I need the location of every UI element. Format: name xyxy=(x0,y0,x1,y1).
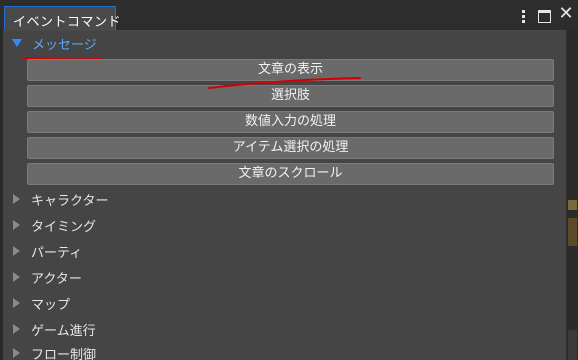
command-select-item-button[interactable]: アイテム選択の処理 xyxy=(27,137,554,159)
tree-item-label: ゲーム進行 xyxy=(31,323,96,339)
expand-triangle-icon[interactable] xyxy=(12,39,22,47)
tree-item-map[interactable]: マップ xyxy=(13,294,71,313)
tree-item-flow-control[interactable]: フロー制御 xyxy=(13,344,96,360)
collapsed-triangle-icon[interactable] xyxy=(13,324,20,334)
collapsed-triangle-icon[interactable] xyxy=(13,348,20,358)
red-underline-annotation xyxy=(208,77,361,89)
tree-item-label: フロー制御 xyxy=(31,347,97,360)
collapsed-triangle-icon[interactable] xyxy=(13,220,20,230)
command-scroll-text-button[interactable]: 文章のスクロール xyxy=(27,163,554,185)
tree-item-label: パーティ xyxy=(31,245,83,261)
maximize-icon[interactable] xyxy=(538,10,551,23)
window-titlebar: イベントコマンド ✕ xyxy=(0,0,578,31)
tree-item-party[interactable]: パーティ xyxy=(13,242,83,261)
close-icon[interactable]: ✕ xyxy=(558,5,574,23)
kebab-icon[interactable] xyxy=(522,10,526,24)
command-input-number-button[interactable]: 数値入力の処理 xyxy=(27,111,554,133)
tree-item-label: キャラクター xyxy=(31,193,109,209)
tab-event-commands[interactable]: イベントコマンド xyxy=(4,6,121,30)
collapsed-triangle-icon[interactable] xyxy=(13,194,20,204)
group-label: メッセージ xyxy=(32,37,97,53)
collapsed-triangle-icon[interactable] xyxy=(13,298,20,308)
tree-item-actor[interactable]: アクター xyxy=(13,268,82,287)
tree-item-character[interactable]: キャラクター xyxy=(13,190,109,209)
group-message[interactable]: メッセージ xyxy=(12,34,97,53)
collapsed-triangle-icon[interactable] xyxy=(13,246,20,256)
command-tree: メッセージ 文章の表示 選択肢 数値入力の処理 アイテム選択の処理 文章のスクロ… xyxy=(0,30,578,360)
tree-item-timing[interactable]: タイミング xyxy=(13,216,97,235)
tab-label: イベントコマンド xyxy=(13,15,122,30)
tree-item-label: アクター xyxy=(31,271,82,287)
tree-item-label: マップ xyxy=(31,297,71,313)
tree-item-game-progress[interactable]: ゲーム進行 xyxy=(13,320,96,339)
window-controls: ✕ xyxy=(508,5,578,26)
event-command-window: イベントコマンド ✕ メッセージ 文章の表示 選択肢 数値入力の処理 アイテム選… xyxy=(0,0,578,360)
tree-item-label: タイミング xyxy=(31,219,97,235)
collapsed-triangle-icon[interactable] xyxy=(13,272,20,282)
